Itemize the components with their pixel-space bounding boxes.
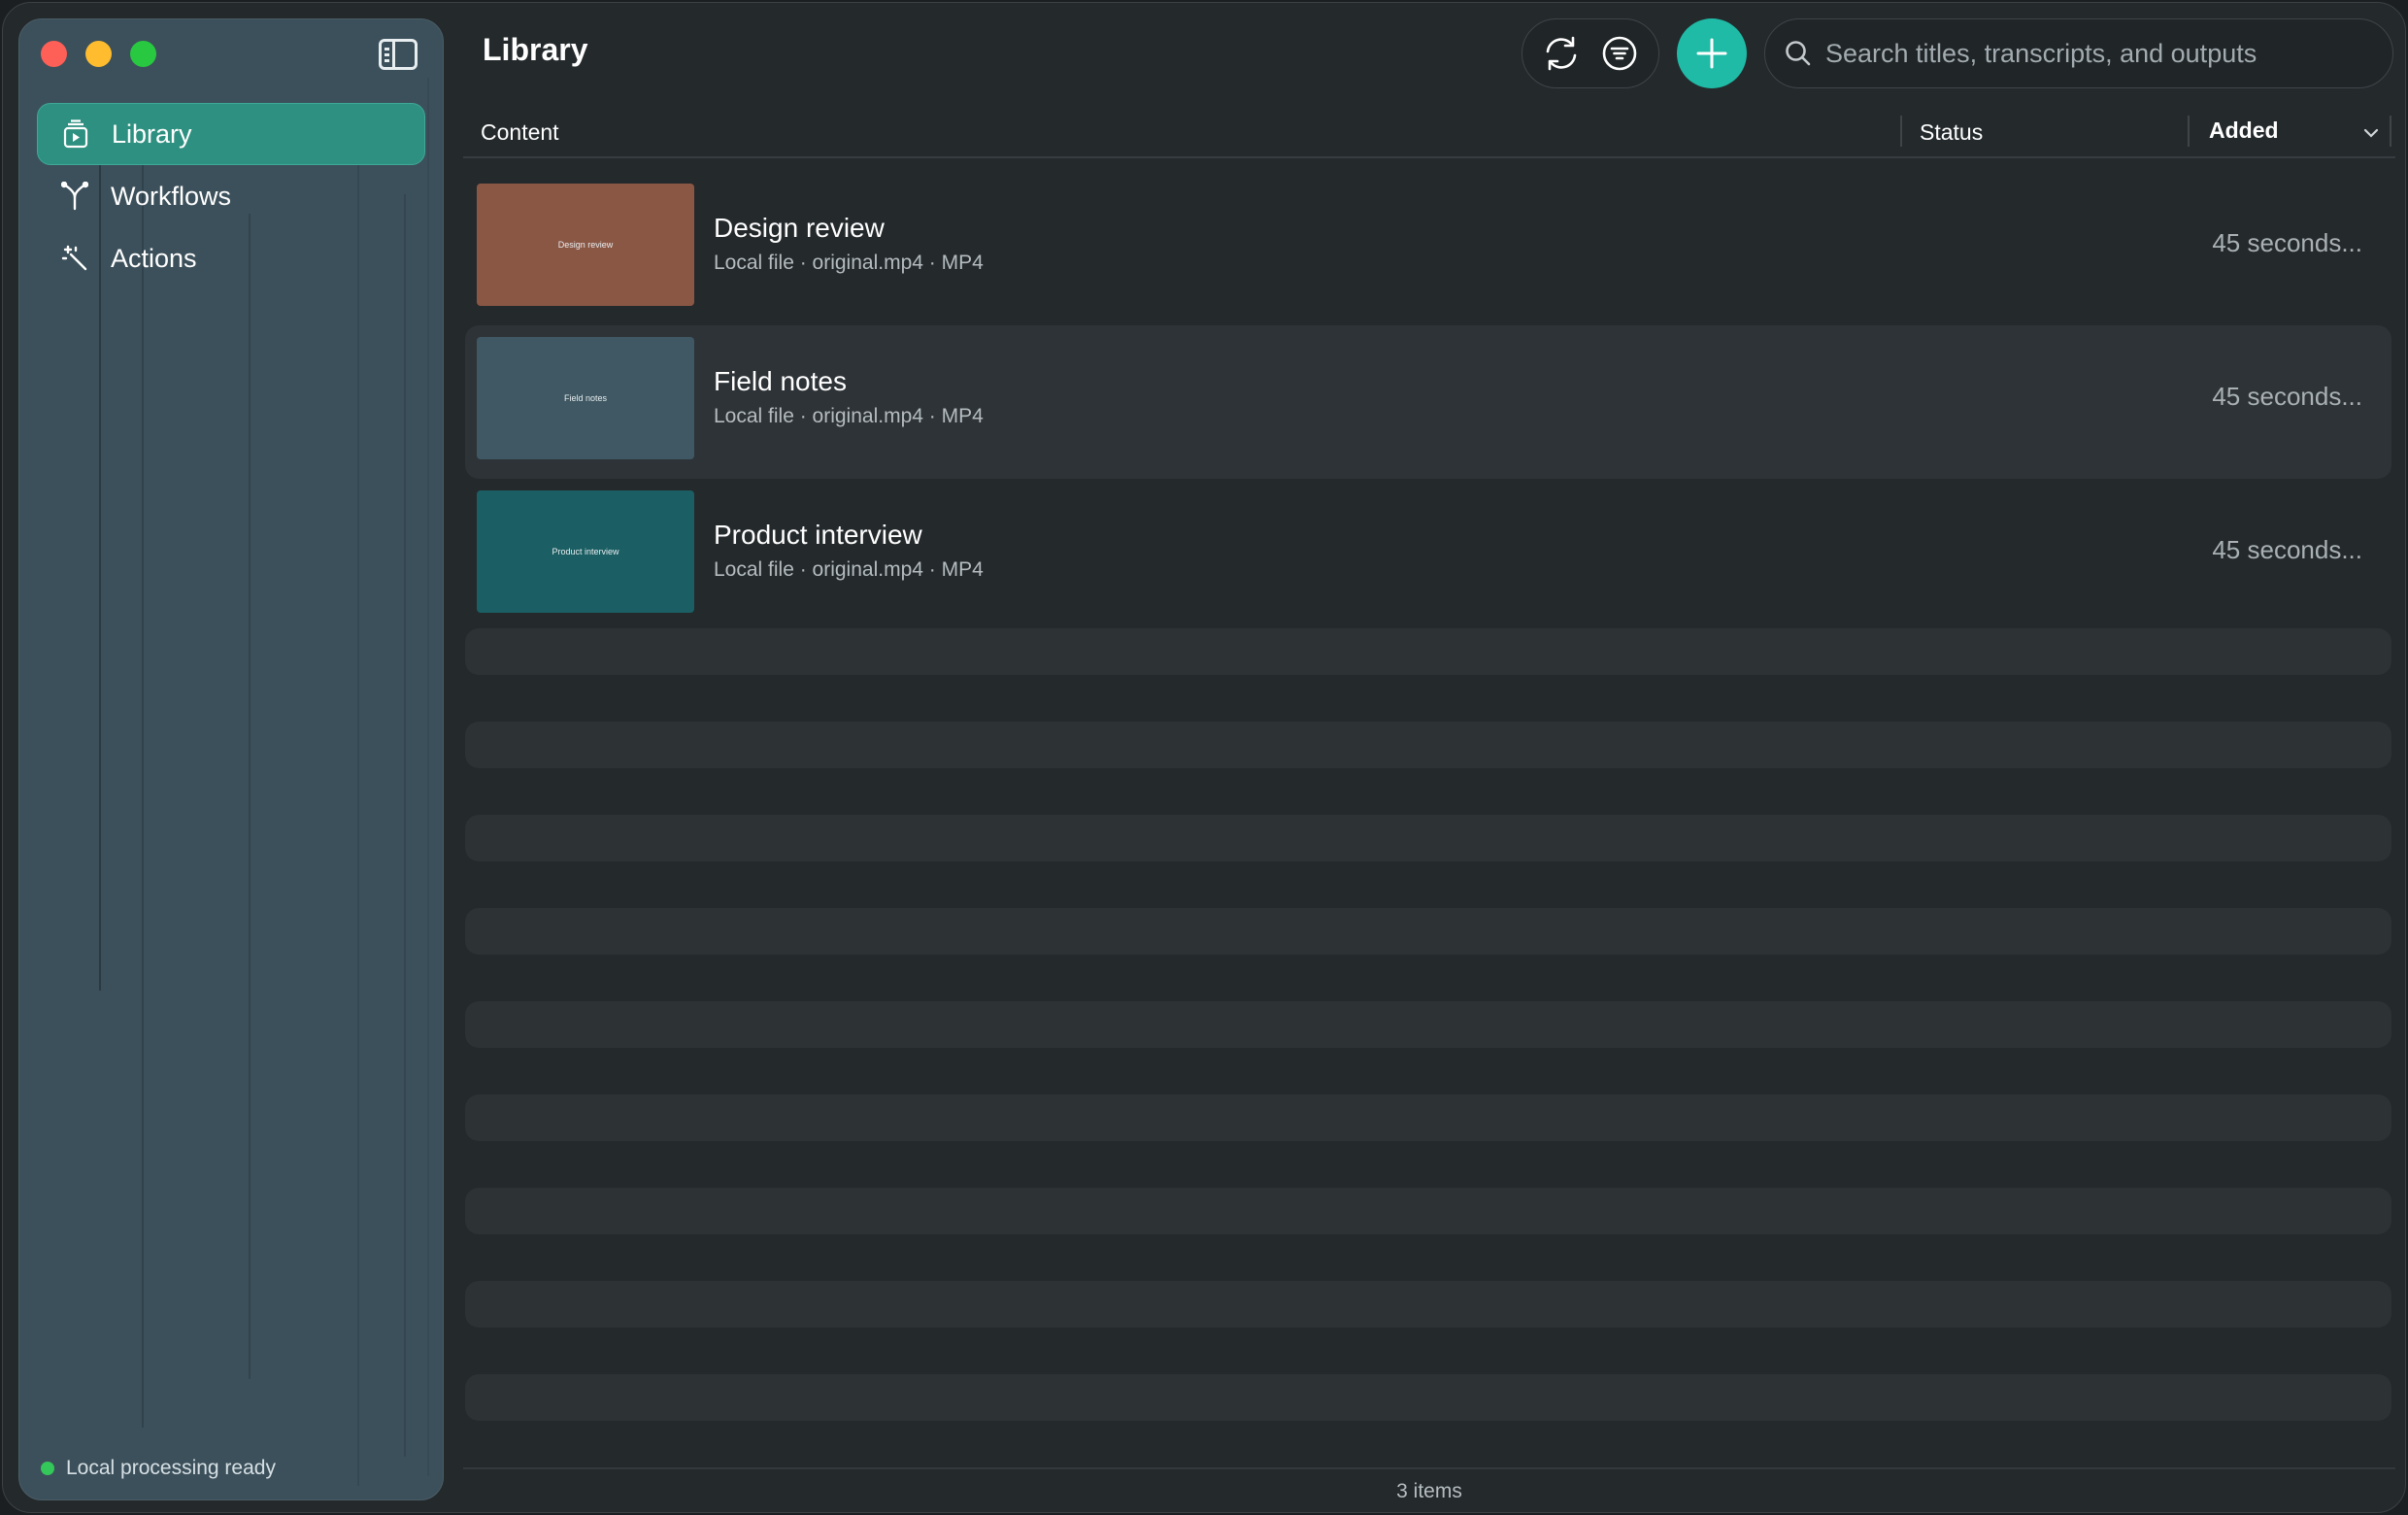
page-title: Library [483,32,588,67]
placeholder-row [465,1188,2391,1234]
video-thumbnail: Design review [477,184,694,306]
filter-button[interactable] [1594,28,1645,79]
thumbnail-label: Field notes [563,393,608,403]
row-meta: Local file · original.mp4 · MP4 [714,558,984,581]
window-controls [41,41,156,67]
close-window-button[interactable] [41,41,67,67]
item-count-footer: 3 items [463,1467,2395,1512]
table-row[interactable]: Field notes Field notes Local file · ori… [465,325,2391,479]
add-content-button[interactable] [1677,18,1747,88]
status-dot [41,1462,54,1475]
column-divider [2390,116,2391,147]
thumbnail-label: Design review [557,240,614,250]
video-thumbnail: Field notes [477,337,694,459]
empty-row-placeholders [465,628,2391,1467]
row-added: 45 seconds... [2212,228,2362,257]
row-title: Field notes [714,366,847,396]
placeholder-row [465,1281,2391,1328]
library-icon [61,119,90,149]
row-title: Product interview [714,520,922,550]
thumbnail-label: Product interview [552,547,619,556]
sidebar-item-label: Actions [111,243,197,273]
zoom-window-button[interactable] [130,41,156,67]
row-added: 45 seconds... [2212,382,2362,411]
placeholder-row [465,722,2391,768]
search-bar [1764,18,2393,88]
row-title: Design review [714,213,885,243]
placeholder-row [465,1001,2391,1048]
column-header: Content Status Added [463,110,2395,158]
sidebar-item-workflows[interactable]: Workflows [37,165,425,227]
filter-icon [1602,36,1637,71]
sidebar-item-label: Library [112,118,192,149]
video-thumbnail: Product interview [477,490,694,613]
placeholder-row [465,1094,2391,1141]
sync-button[interactable] [1536,28,1587,79]
processing-status: Local processing ready [41,1457,276,1480]
processing-status-label: Local processing ready [66,1457,276,1479]
row-added: 45 seconds... [2212,535,2362,564]
plus-icon [1696,38,1727,69]
toolbar-pill [1522,18,1659,88]
table-row[interactable]: Product interview Product interview Loca… [465,479,2391,632]
content-list: Design review Design review Local file ·… [465,172,2391,632]
actions-icon [60,244,89,273]
minimize-window-button[interactable] [85,41,112,67]
placeholder-row [465,628,2391,675]
column-content[interactable]: Content [481,119,559,146]
app-window: Library Workflows Actions Local processi… [2,2,2406,1513]
search-input[interactable] [1825,38,2369,69]
row-meta: Local file · original.mp4 · MP4 [714,405,984,427]
sync-icon [1546,36,1577,71]
column-added[interactable]: Added [2209,118,2279,144]
sidebar: Library Workflows Actions Local processi… [18,18,444,1500]
item-count: 3 items [1396,1480,1462,1502]
workflows-icon [60,182,89,211]
placeholder-row [465,908,2391,955]
sidebar-item-library[interactable]: Library [37,103,425,165]
column-status[interactable]: Status [1920,119,1983,146]
column-divider[interactable] [2188,116,2190,147]
placeholder-row [465,815,2391,861]
table-row[interactable]: Design review Design review Local file ·… [465,172,2391,325]
chevron-down-icon[interactable] [2362,119,2380,146]
column-divider[interactable] [1900,116,1902,147]
row-meta: Local file · original.mp4 · MP4 [714,252,984,274]
search-icon [1786,41,1811,66]
sidebar-item-label: Workflows [111,181,232,211]
sidebar-toggle-icon[interactable] [379,39,418,70]
placeholder-row [465,1374,2391,1421]
sidebar-item-actions[interactable]: Actions [37,227,425,289]
sidebar-nav: Library Workflows Actions [37,103,425,289]
